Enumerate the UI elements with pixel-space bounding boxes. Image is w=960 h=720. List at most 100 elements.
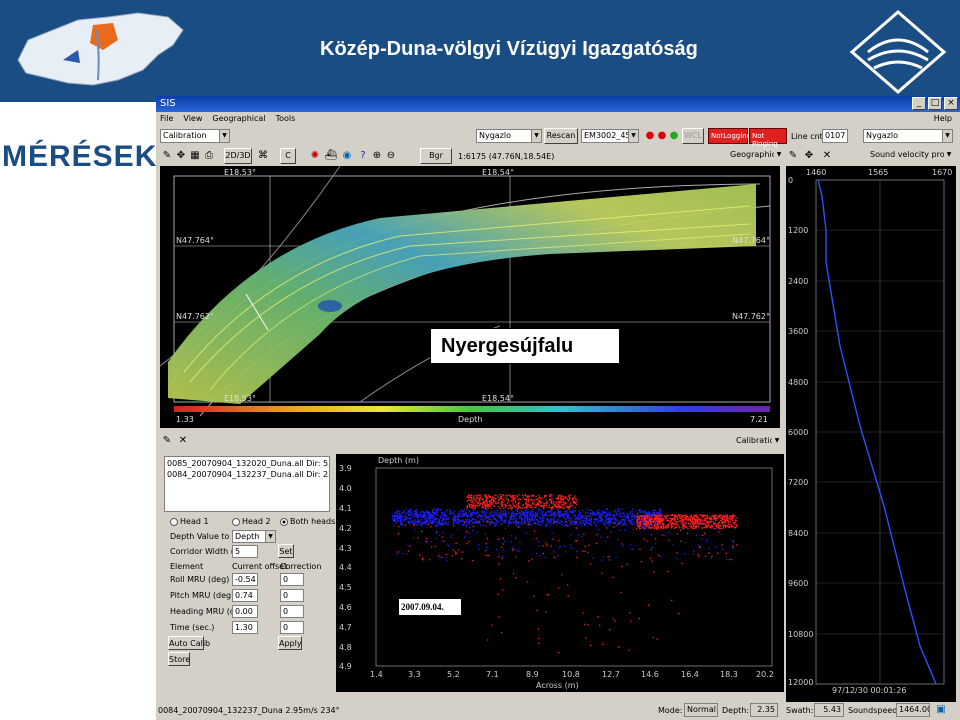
profile-x-tick-10: 20.2 [756,670,774,679]
profile-x-tick-3: 7.1 [486,670,499,679]
print-icon[interactable]: ⎙ [202,149,216,163]
location-select[interactable]: Nygazlo ▼ [476,129,542,143]
svp-select[interactable]: Sound velocity profile ▼ [868,149,954,163]
svp-close-icon[interactable]: ✕ [820,149,834,163]
depth-legend-label: Depth [458,415,483,424]
close-button[interactable]: × [944,97,958,110]
svp-y-tick-1: 1200 [788,226,809,235]
survey-line-item-2[interactable]: 0084_20070904_132237_Duna.all Dir: 235.3… [167,469,329,480]
profile-plot [375,467,773,667]
radio-head1[interactable]: Head 1 [170,517,209,526]
mode-select[interactable]: Calibration ▼ [160,129,230,143]
profile-x-tick-8: 16.4 [681,670,699,679]
help-icon[interactable]: ? [356,149,370,163]
globe-icon[interactable]: ◉ [340,149,354,163]
profile-y-tick-0: 3.9 [339,464,352,473]
profile-y-tick-5: 4.4 [339,563,352,572]
measure-icon[interactable]: ⌘ [256,149,270,163]
col-current-offset: Current offset [232,562,288,571]
svp-y-tick-7: 8400 [788,529,809,538]
window-titlebar: SIS _ □ × [156,96,960,112]
survey-swath-map [159,165,771,417]
depth-color-bar [174,406,770,412]
apply-button[interactable]: Apply [278,636,302,650]
lat-label-2: N47.762° [176,312,214,321]
profile-y-tick-2: 4.1 [339,504,352,513]
echosounder-select[interactable]: EM3002_458 ▼ [581,129,639,143]
svp-y-tick-0: 0 [788,176,794,185]
svp-plot [815,179,945,685]
minimize-button[interactable]: _ [912,97,926,110]
calib-row-offset: -0.54 [232,573,258,586]
menu-file[interactable]: File [160,114,173,124]
menu-bar: File View Geographical Tools Help [156,112,960,126]
profile-x-tick-4: 8.9 [526,670,539,679]
menu-view[interactable]: View [183,114,202,124]
profile-x-tick-7: 14.6 [641,670,659,679]
pan-tool-icon[interactable]: ✥ [174,149,188,163]
zoom-out-icon[interactable]: ⊖ [384,149,398,163]
view-2d3d-button[interactable]: 2D/3D [224,148,252,164]
maximize-button[interactable]: □ [928,97,942,110]
calib-pencil-icon[interactable]: ✎ [160,434,174,448]
svp-y-tick-2: 2400 [788,277,809,286]
calib-row-correction[interactable]: 0 [280,621,304,634]
calib-row-correction[interactable]: 0 [280,589,304,602]
wcl-button[interactable]: WCL [682,128,704,144]
grid-tool-icon[interactable]: ▦ [188,149,202,163]
svp-tool-icon[interactable]: ✥ [802,149,816,163]
zoom-in-icon[interactable]: ⊕ [370,149,384,163]
calib-row-correction[interactable]: 0 [280,573,304,586]
profile-x-tick-2: 5.2 [447,670,460,679]
sound-velocity-panel[interactable]: 1460 1565 1670 0 1200 2400 3600 4800 600… [786,166,956,702]
radio-both-heads[interactable]: Both heads [280,517,335,526]
status-depth-label: Depth: [722,706,750,715]
hungary-map-logo [17,12,184,86]
scale-readout: 1:6175 (47.76N,18.54E) [458,152,555,161]
auto-calib-button[interactable]: Auto Calib [168,636,210,650]
c-button[interactable]: C [280,148,296,164]
sis-window: SIS _ □ × File View Geographical Tools H… [156,96,960,720]
corridor-width-field[interactable]: 5 [232,545,258,558]
status-mode-value: Normal [684,703,718,717]
store-button[interactable]: Store [168,652,190,666]
location-select-2[interactable]: Nygazlo ▼ [863,129,953,143]
calib-row-correction[interactable]: 0 [280,605,304,618]
target-icon[interactable]: ✺ [308,149,322,163]
ship-icon[interactable]: ⛴ [324,149,338,163]
menu-tools[interactable]: Tools [276,114,296,124]
rescan-button[interactable]: Rescan [544,128,578,144]
zoom-tool-icon[interactable]: ✎ [160,149,174,163]
status-indicator-icon: ▣ [936,704,946,715]
profile-x-tick-5: 10.8 [562,670,580,679]
menu-geographical[interactable]: Geographical [212,114,265,124]
svp-pencil-icon[interactable]: ✎ [786,149,800,163]
depth-profile-view[interactable]: Depth (m) 3.9 4.0 4.1 4.2 4.3 4.4 4.5 4.… [336,454,784,692]
radio-head2[interactable]: Head 2 [232,517,271,526]
agency-logo [849,10,947,94]
svp-y-tick-6: 7200 [788,478,809,487]
bgr-button[interactable]: Bgr [420,148,452,164]
line-count-field[interactable]: 0107 [822,129,848,143]
not-logging-button[interactable]: NotLogging [708,128,751,144]
depth-value-select[interactable]: Depth ▼ [232,530,276,543]
location-overlay-label: Nyergesújfalu [430,328,620,364]
calib-row-offset: 0.00 [232,605,258,618]
svp-timestamp: 97/12/30 00:01:26 [832,686,907,695]
svp-y-tick-8: 9600 [788,579,809,588]
profile-x-tick-0: 1.4 [370,670,383,679]
geo-select[interactable]: Geographical ▼ [728,149,784,163]
geographic-view[interactable]: E18.53° E18.54° N47.764° N47.762° N47.76… [159,165,780,428]
set-button[interactable]: Set [278,544,294,558]
not-pinging-button[interactable]: Not Pinging [749,128,787,148]
go-icon[interactable]: ● [667,129,681,143]
survey-line-item-1[interactable]: 0085_20070904_132020_Duna.all Dir: 55.0 … [167,458,329,469]
lon-label-bottom-1: E18.53° [224,394,256,403]
menu-help[interactable]: Help [934,114,952,123]
window-title: SIS [160,98,176,109]
calib-select[interactable]: Calibration ▼ [734,435,782,449]
survey-line-list[interactable]: 0085_20070904_132020_Duna.all Dir: 55.0 … [164,456,330,512]
status-soundspeed-value: 1464.00 [896,703,930,717]
calib-close-icon[interactable]: ✕ [176,434,190,448]
svp-y-tick-5: 6000 [788,428,809,437]
